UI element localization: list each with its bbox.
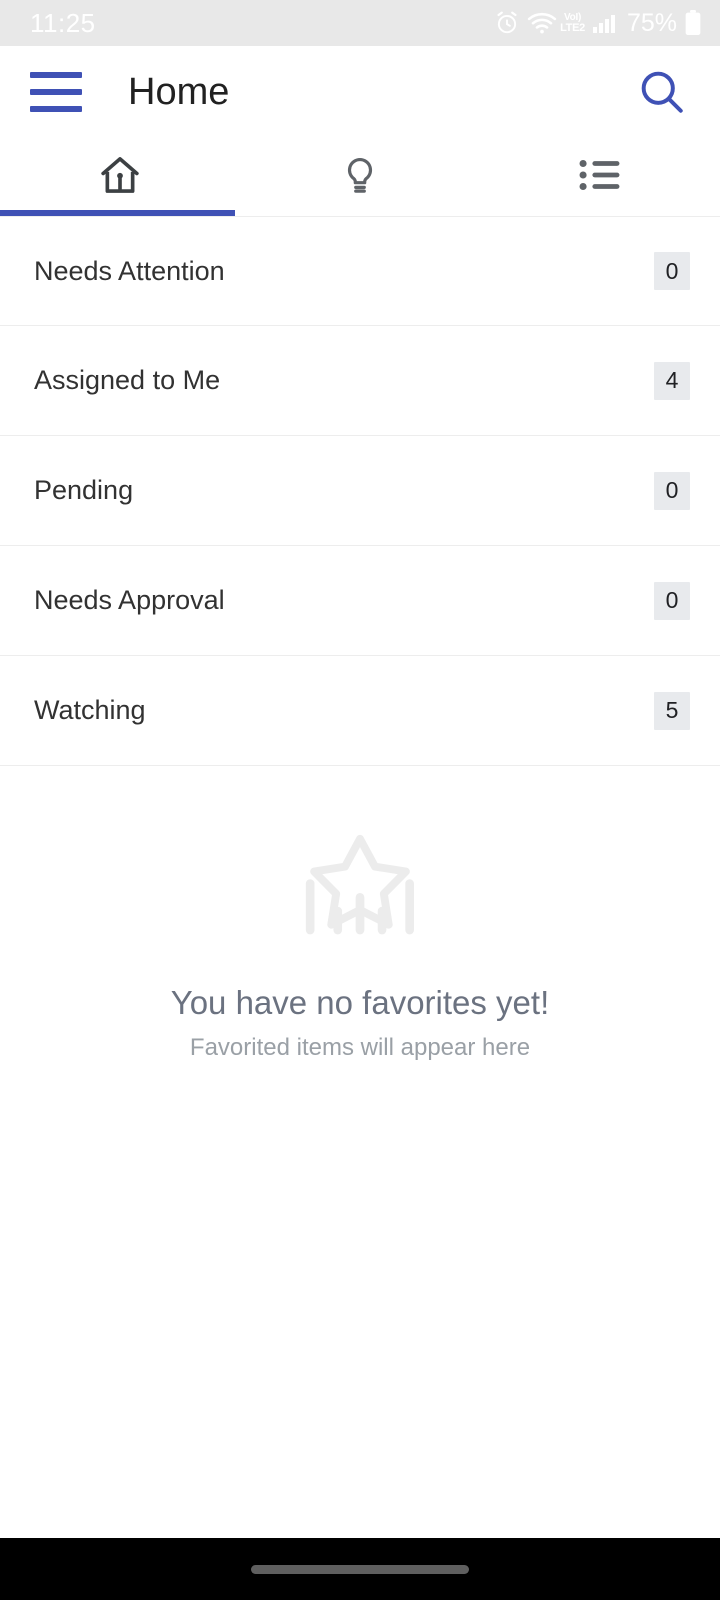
status-badge: 0 <box>654 252 690 290</box>
alarm-icon <box>494 10 520 36</box>
app-bar: Home <box>0 46 720 138</box>
battery-icon <box>684 10 702 36</box>
empty-state-title: You have no favorites yet! <box>170 984 550 1021</box>
status-badge: 5 <box>654 691 690 730</box>
active-tab-indicator <box>0 210 235 216</box>
list-item[interactable]: Pending 0 <box>0 436 720 546</box>
list-item[interactable]: Needs Attention 0 <box>0 216 720 326</box>
status-badge: 4 <box>654 361 690 400</box>
status-bar-time: 11:25 <box>30 7 96 38</box>
lightbulb-icon <box>339 154 381 201</box>
page-title: Home <box>128 70 230 113</box>
home-list: Needs Attention 0 Assigned to Me 4 Pendi… <box>0 216 720 766</box>
status-badge: 0 <box>654 471 690 510</box>
tab-bar <box>0 138 720 216</box>
list-item[interactable]: Needs Approval 0 <box>0 546 720 656</box>
tab-home[interactable] <box>0 138 240 216</box>
empty-state-subtitle: Favorited items will appear here <box>189 1034 531 1061</box>
favorites-empty-state: You have no favorites yet! Favorited ite… <box>0 766 720 1538</box>
list-item[interactable]: Watching 5 <box>0 656 720 766</box>
list-item-label: Watching <box>34 695 146 725</box>
list-item[interactable]: Assigned to Me 4 <box>0 326 720 436</box>
hamburger-menu-icon[interactable] <box>30 72 82 112</box>
list-item-label: Needs Approval <box>34 585 225 615</box>
status-badge: 0 <box>654 581 690 620</box>
search-icon[interactable] <box>634 64 690 120</box>
list-item-label: Needs Attention <box>34 255 225 286</box>
tab-lists[interactable] <box>480 138 720 216</box>
home-icon <box>97 152 143 203</box>
list-item-label: Pending <box>34 475 134 505</box>
list-item-label: Assigned to Me <box>34 365 221 395</box>
status-bar-icons: VoI) LTE2 75% <box>494 9 702 38</box>
gesture-handle[interactable] <box>251 1564 469 1574</box>
star-with-bars-icon <box>280 828 440 958</box>
system-gesture-bar <box>0 1538 720 1600</box>
signal-icon <box>592 12 618 34</box>
tab-ideas[interactable] <box>240 138 480 216</box>
status-bar: 11:25 VoI) LTE2 75% <box>0 0 720 46</box>
phone-screen: 11:25 VoI) LTE2 75% Home Needs Attention… <box>0 0 720 1600</box>
bulleted-list-icon <box>578 157 622 198</box>
battery-percent-label: 75% <box>626 8 677 37</box>
wifi-icon <box>527 10 557 36</box>
volte-icon: VoI) LTE2 <box>560 11 585 34</box>
